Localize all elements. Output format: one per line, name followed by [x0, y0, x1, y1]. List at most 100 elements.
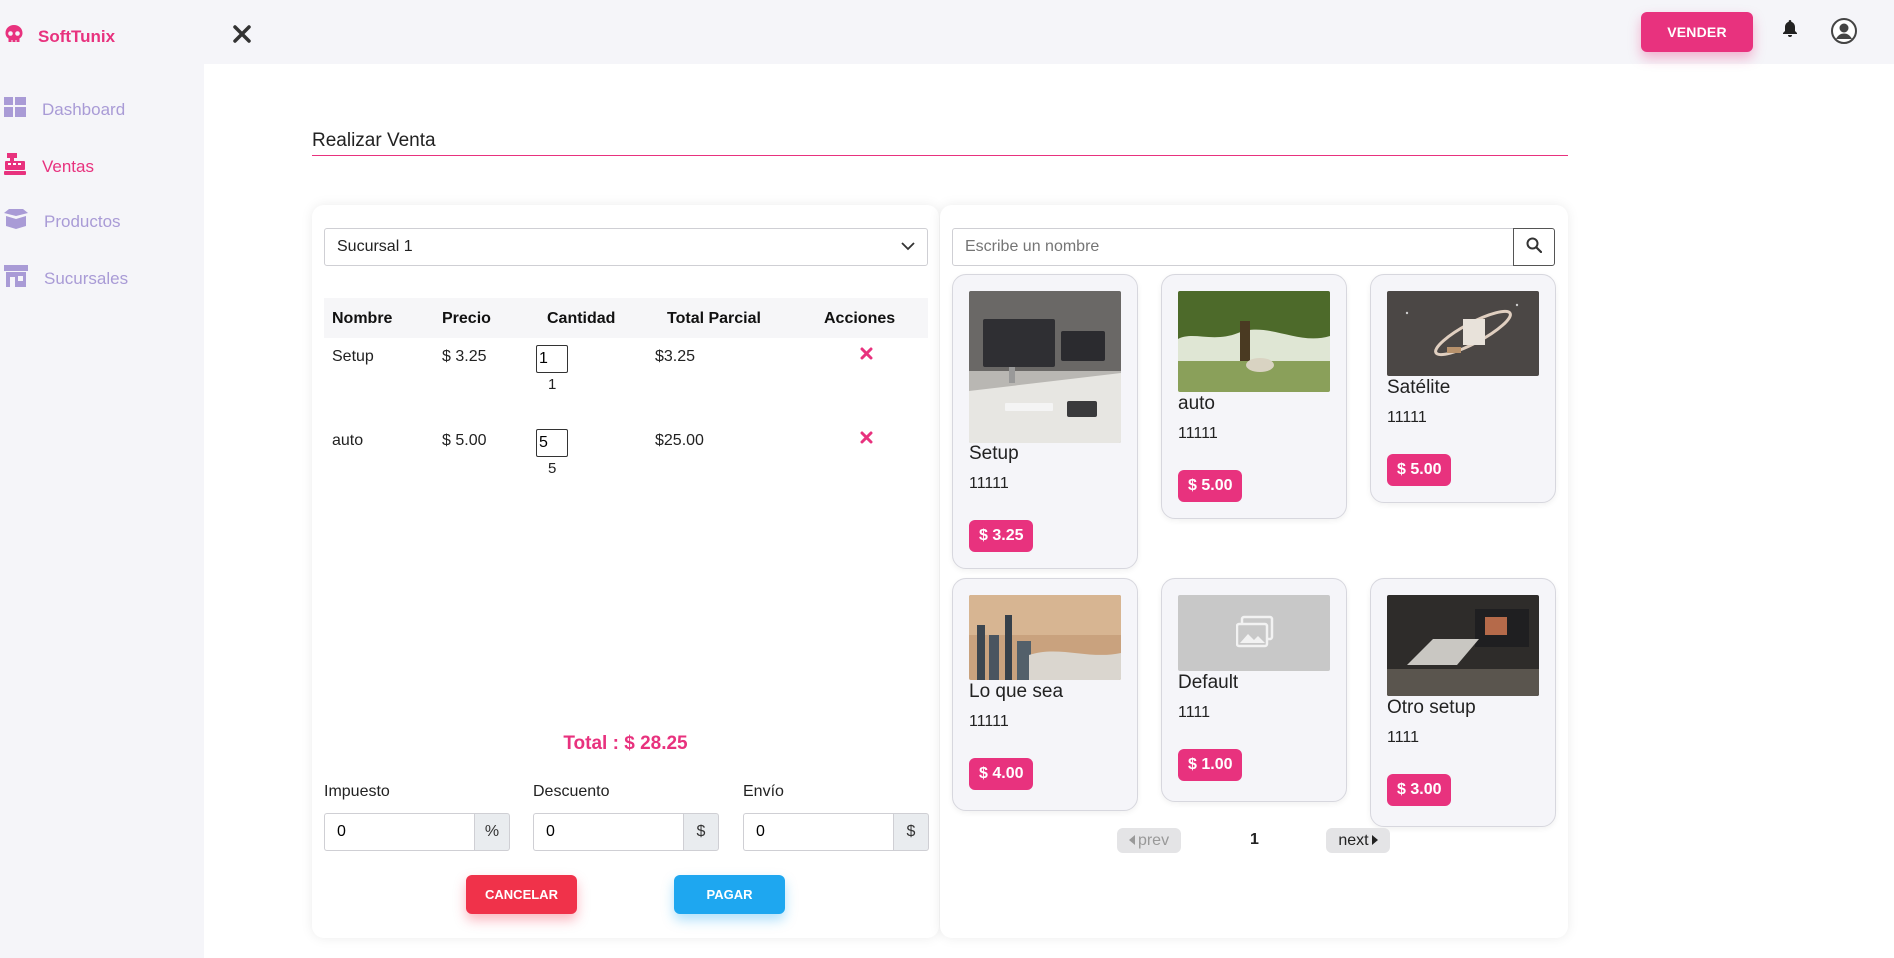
product-card-auto[interactable]: auto 11111 $ 5.00	[1161, 274, 1347, 519]
product-code: 11111	[1387, 409, 1427, 426]
user-icon[interactable]	[1831, 18, 1857, 49]
product-code: 1111	[1387, 729, 1420, 746]
pagination-prev-label: prev	[1137, 831, 1170, 849]
shipping-field: $	[743, 813, 929, 851]
product-code: 11111	[969, 713, 1009, 730]
sidebar-item-productos[interactable]: Productos	[4, 209, 121, 234]
product-name: Default	[1178, 672, 1239, 693]
product-price: $ 3.00	[1387, 774, 1452, 806]
product-name: Satélite	[1387, 377, 1451, 398]
dashboard-icon	[4, 97, 26, 122]
product-code: 11111	[1178, 425, 1218, 442]
discount-input[interactable]	[533, 813, 683, 851]
column-header: Acciones	[824, 310, 896, 327]
discount-field: $	[533, 813, 719, 851]
search-button[interactable]	[1513, 228, 1555, 266]
sidebar-item-label: Ventas	[42, 156, 94, 176]
sidebar-item-sucursales[interactable]: Sucursales	[4, 265, 128, 292]
remove-icon[interactable]	[860, 431, 873, 449]
product-image	[1387, 595, 1539, 696]
sidebar: SoftTunix Dashboard Ventas Productos Suc…	[0, 0, 204, 958]
store-icon	[4, 265, 28, 292]
vender-button[interactable]: VENDER	[1641, 12, 1753, 52]
brand[interactable]: SoftTunix	[4, 24, 115, 49]
product-name: Lo que sea	[969, 681, 1064, 702]
row-price: $ 3.25	[442, 348, 487, 365]
row-subtotal: $25.00	[655, 432, 704, 449]
product-card-satelite[interactable]: Satélite 11111 $ 5.00	[1370, 274, 1556, 503]
product-price: $ 4.00	[969, 758, 1034, 790]
product-price: $ 3.25	[969, 520, 1034, 552]
quantity-text: 5	[548, 460, 557, 477]
tax-label: Impuesto	[324, 783, 390, 800]
product-card-default[interactable]: Default 1111 $ 1.00	[1161, 578, 1347, 802]
caret-left-icon	[1128, 832, 1135, 850]
product-image	[1387, 291, 1539, 376]
product-price: $ 1.00	[1178, 749, 1243, 781]
product-price: $ 5.00	[1387, 454, 1452, 486]
search-input[interactable]	[952, 228, 1517, 266]
column-header: Precio	[442, 310, 491, 327]
pagination-next-label: next	[1338, 831, 1369, 849]
quantity-input[interactable]	[536, 429, 568, 457]
sidebar-item-ventas[interactable]: Ventas	[4, 153, 94, 180]
bell-icon[interactable]	[1782, 20, 1798, 43]
product-price: $ 5.00	[1178, 470, 1243, 502]
tax-field: %	[324, 813, 510, 851]
row-price: $ 5.00	[442, 432, 487, 449]
brand-name: SoftTunix	[38, 26, 116, 46]
sidebar-item-dashboard[interactable]: Dashboard	[4, 97, 125, 122]
product-card-lo-que-sea[interactable]: Lo que sea 11111 $ 4.00	[952, 578, 1138, 811]
shipping-label: Envío	[743, 783, 784, 800]
row-name: auto	[332, 432, 364, 449]
search-icon	[1526, 237, 1543, 258]
product-name: auto	[1178, 393, 1215, 414]
close-icon[interactable]	[232, 24, 252, 49]
quantity-text: 1	[548, 376, 557, 393]
page-title: Realizar Venta	[312, 130, 436, 151]
product-image	[1178, 595, 1330, 671]
tax-input[interactable]	[324, 813, 474, 851]
skull-logo-icon	[4, 24, 24, 49]
pagination-current-page[interactable]: 1	[1250, 831, 1259, 849]
image-placeholder-icon	[1235, 615, 1274, 654]
sidebar-item-label: Sucursales	[44, 268, 129, 288]
sale-card: Sucursal 1 Nombre Precio Cantidad Total …	[312, 205, 939, 938]
cash-register-icon	[4, 153, 26, 180]
product-code: 11111	[969, 475, 1009, 492]
shipping-addon: $	[893, 813, 929, 851]
pay-button[interactable]: PAGAR	[674, 875, 785, 914]
branch-select-value: Sucursal 1	[337, 238, 413, 255]
shipping-input[interactable]	[743, 813, 893, 851]
title-divider	[312, 155, 1568, 156]
sidebar-item-label: Productos	[44, 211, 121, 231]
tax-addon: %	[474, 813, 510, 851]
remove-icon[interactable]	[860, 347, 873, 365]
column-header: Nombre	[332, 310, 393, 327]
discount-label: Descuento	[533, 783, 610, 800]
product-image	[969, 595, 1121, 680]
catalog-card: Setup 11111 $ 3.25 auto 11111 $ 5.00	[940, 205, 1568, 938]
column-header: Cantidad	[547, 310, 616, 327]
column-header: Total Parcial	[667, 310, 761, 327]
sale-total: Total : $ 28.25	[563, 733, 688, 754]
cancel-button[interactable]: CANCELAR	[466, 875, 577, 914]
row-subtotal: $3.25	[655, 348, 696, 365]
caret-right-icon	[1371, 832, 1378, 850]
product-card-otro-setup[interactable]: Otro setup 1111 $ 3.00	[1370, 578, 1556, 827]
product-name: Setup	[969, 443, 1019, 464]
sidebar-item-label: Dashboard	[42, 99, 126, 119]
pagination-prev-button[interactable]: prev	[1117, 828, 1181, 853]
product-code: 1111	[1178, 704, 1211, 721]
pagination-next-button[interactable]: next	[1326, 828, 1390, 853]
quantity-input[interactable]	[536, 345, 568, 373]
row-name: Setup	[332, 348, 374, 365]
product-name: Otro setup	[1387, 697, 1476, 718]
product-card-setup[interactable]: Setup 11111 $ 3.25	[952, 274, 1138, 569]
sale-table-header: Nombre Precio Cantidad Total Parcial Acc…	[324, 298, 928, 338]
discount-addon: $	[683, 813, 719, 851]
box-icon	[4, 209, 28, 234]
chevron-down-icon	[901, 238, 915, 256]
product-image	[1178, 291, 1330, 392]
branch-select[interactable]: Sucursal 1	[324, 228, 928, 266]
